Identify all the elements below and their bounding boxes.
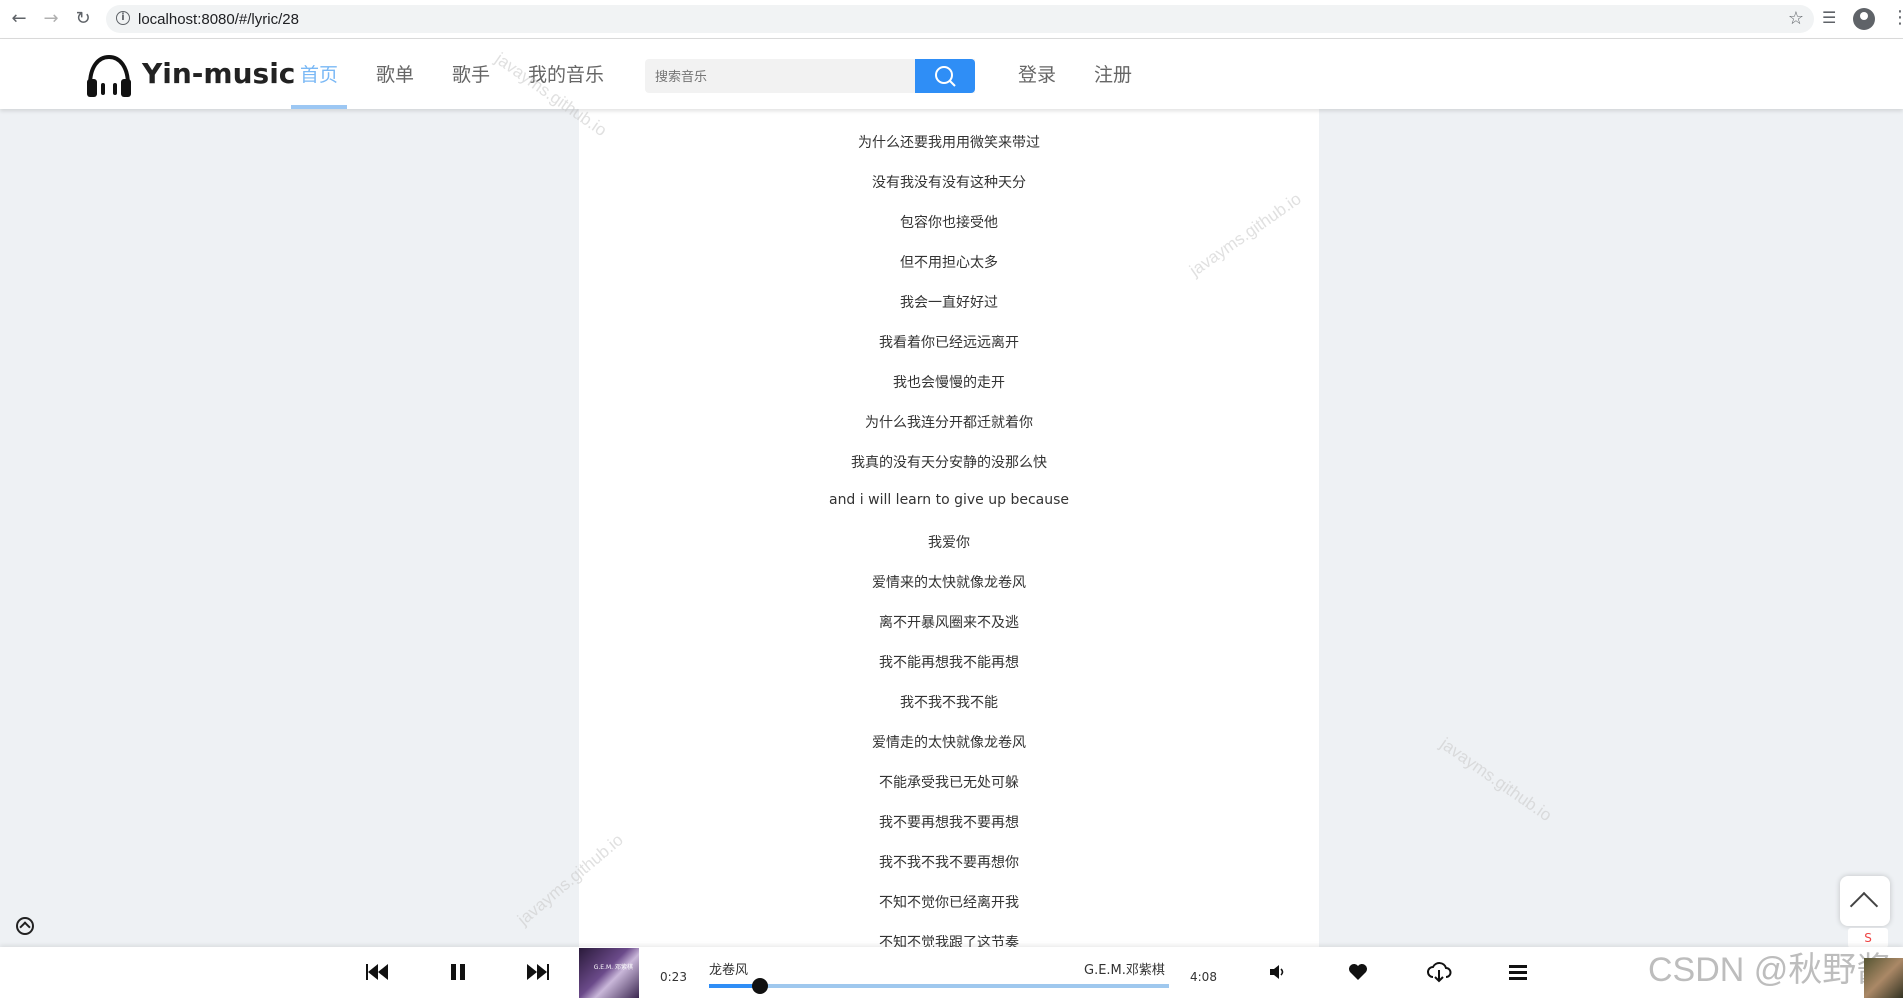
lyric-line: 不能承受我已无处可躲 [879,775,1019,791]
lyric-line: 爱情走的太快就像龙卷风 [872,735,1026,751]
lyric-line: 我会一直好好过 [900,295,998,311]
nav-playlists[interactable]: 歌单 [376,60,414,87]
lyric-line: 我看着你已经远远离开 [879,335,1019,351]
lyric-line: 我爱你 [928,535,970,551]
previous-track-icon[interactable] [366,961,390,983]
search-icon [935,66,956,87]
volume-icon[interactable] [1268,963,1288,981]
lyric-line: 我不能再想我不能再想 [879,655,1019,671]
lyric-line: 爱情来的太快就像龙卷风 [872,575,1026,591]
lyric-line: 为什么还要我用用微笑来带过 [858,135,1040,151]
lyric-line: 我不我不我不能 [900,695,998,711]
expand-up-icon[interactable] [16,917,34,935]
search-input[interactable] [645,59,917,95]
song-artist: G.E.M.邓紫棋 [1084,963,1165,978]
search-button[interactable] [915,59,975,93]
lyric-line: 包容你也接受他 [900,215,998,231]
progress-bar[interactable] [709,978,1169,994]
lyric-line: and i will learn to give up because [828,492,1069,508]
nav-home[interactable]: 首页 [300,60,338,87]
lyric-line: 为什么我连分开都迁就着你 [865,415,1033,431]
song-title: 龙卷风 [709,963,749,978]
site-header: Yin-music 首页 歌单 歌手 我的音乐 登录 注册 [0,39,1903,109]
back-to-top-button[interactable] [1840,876,1890,926]
lyric-line: 不知不觉我跟了这节奏 [879,935,1019,947]
current-time: 0:23 [660,970,687,984]
lyric-line: 不知不觉你已经离开我 [879,895,1019,911]
nav-active-indicator [291,105,347,109]
address-bar[interactable]: i localhost:8080/#/lyric/28 ☆ [106,5,1814,33]
heart-icon[interactable] [1348,963,1368,981]
lyric-line: 我不要再想我不要再想 [879,815,1019,831]
media-queue-icon[interactable]: ☰ [1822,8,1836,27]
browser-toolbar: ← → ↻ i localhost:8080/#/lyric/28 ☆ ☰ ⋮ [0,0,1903,39]
site-logo-text[interactable]: Yin-music [142,57,295,90]
lyric-line: 我不我不我不要再想你 [879,855,1019,871]
progress-handle[interactable] [751,978,768,994]
album-cover[interactable]: G.E.M. 邓紫棋 [579,948,639,998]
lyric-line: 没有我没有没有这种天分 [872,175,1026,191]
forward-arrow-icon[interactable]: → [40,8,62,30]
playlist-menu-icon[interactable] [1508,963,1528,981]
total-time: 4:08 [1190,970,1217,984]
bookmark-star-icon[interactable]: ☆ [1788,8,1804,29]
watermark-text: javayms.github.io [1436,734,1556,826]
url-text[interactable]: localhost:8080/#/lyric/28 [138,11,299,28]
lyric-line: 我也会慢慢的走开 [893,375,1005,391]
album-cover-text: G.E.M. 邓紫棋 [593,964,633,971]
pause-icon[interactable] [448,961,468,983]
lyric-panel: 为什么还要我用用微笑来带过 没有我没有没有这种天分 包容你也接受他 但不用担心太… [579,109,1319,947]
next-track-icon[interactable] [525,961,549,983]
csdn-watermark: CSDN @秋野酱 [1648,951,1891,989]
register-link[interactable]: 注册 [1094,60,1132,87]
browser-menu-icon[interactable]: ⋮ [1891,8,1903,28]
lyric-line: 离不开暴风圈来不及逃 [879,615,1019,631]
player-bar: G.E.M. 邓紫棋 0:23 龙卷风 G.E.M.邓紫棋 4:08 [0,947,1903,998]
corner-avatar [1864,958,1903,998]
profile-avatar-icon[interactable] [1853,8,1875,30]
headphones-logo-icon[interactable] [84,53,134,99]
reload-icon[interactable]: ↻ [72,8,94,30]
download-icon[interactable] [1426,961,1452,983]
login-link[interactable]: 登录 [1018,60,1056,87]
back-arrow-icon[interactable]: ← [8,8,30,30]
nav-singers[interactable]: 歌手 [452,60,490,87]
info-icon[interactable]: i [116,11,130,25]
lyric-line: 我真的没有天分安静的没那么快 [851,455,1047,471]
